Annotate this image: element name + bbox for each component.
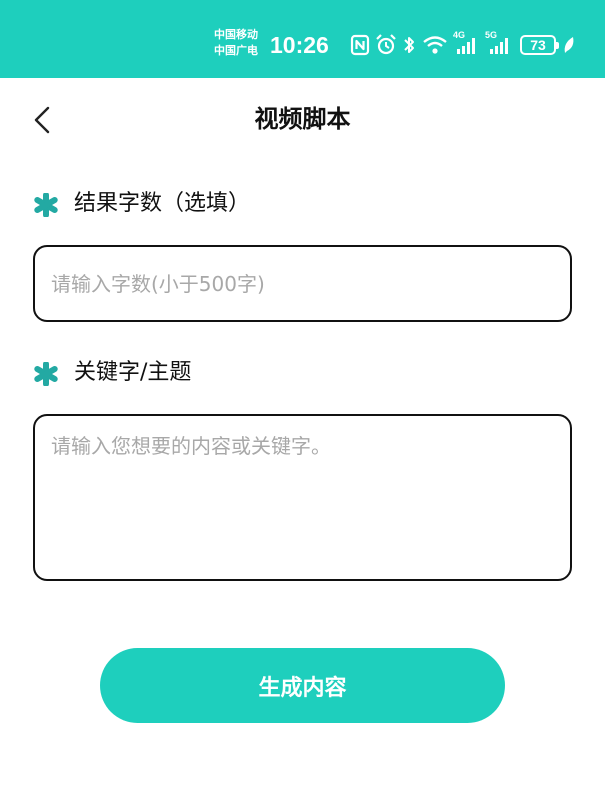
word-count-input[interactable] xyxy=(33,245,572,322)
carrier-info: 中国移动 中国广电 xyxy=(214,27,258,59)
keyword-textarea[interactable] xyxy=(33,414,572,581)
count-field-label-text: 结果字数（选填） xyxy=(74,191,251,216)
alarm-icon xyxy=(376,34,396,55)
generate-content-button[interactable]: 生成内容 xyxy=(100,648,505,723)
wifi-icon xyxy=(423,36,447,54)
signal-4g-icon xyxy=(457,38,475,54)
nfc-icon xyxy=(350,34,370,56)
battery-icon: 73 xyxy=(520,35,559,55)
carrier-1: 中国移动 xyxy=(214,28,258,41)
page-title: 视频脚本 xyxy=(254,105,351,133)
keyword-field-label-text: 关键字/主题 xyxy=(74,360,192,385)
status-time: 10:26 xyxy=(270,32,329,58)
signal-5g-icon xyxy=(490,38,508,54)
status-bar: 中国移动 中国广电 10:26 4G 5G 73 xyxy=(0,0,605,78)
bluetooth-icon xyxy=(404,37,414,53)
asterisk-icon xyxy=(34,362,58,386)
leaf-icon xyxy=(564,37,574,53)
app-header: 视频脚本 xyxy=(0,78,605,162)
asterisk-icon xyxy=(34,193,58,217)
carrier-2: 中国广电 xyxy=(214,44,258,57)
